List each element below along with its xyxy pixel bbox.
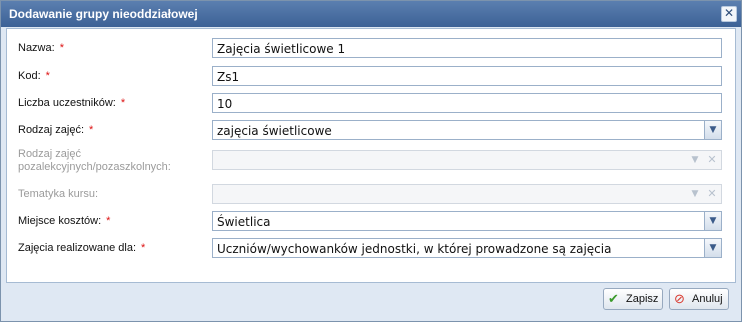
- chevron-down-icon[interactable]: ▼: [704, 239, 721, 257]
- dialog-title: Dodawanie grupy nieoddziałowej: [9, 7, 198, 21]
- cancel-icon: ⊘: [674, 291, 685, 306]
- field-label: Nazwa: *: [18, 42, 64, 54]
- field-label: Miejsce kosztów: *: [18, 215, 111, 227]
- cost-center-select[interactable]: Świetlica ▼: [212, 211, 722, 231]
- required-mark: *: [141, 242, 146, 254]
- activity-type-select[interactable]: zajęcia świetlicowe ▼: [212, 120, 722, 140]
- code-input[interactable]: Zs1: [212, 66, 722, 86]
- field-label: Zajęcia realizowane dla: *: [18, 242, 146, 254]
- cancel-button-label: Anuluj: [692, 293, 723, 305]
- chevron-down-icon[interactable]: ▼: [704, 212, 721, 230]
- chevron-down-icon[interactable]: ▼: [704, 121, 721, 139]
- required-mark: *: [45, 70, 50, 82]
- save-button-label: Zapisz: [626, 293, 659, 305]
- name-input-value: Zajęcia świetlicowe 1: [217, 42, 346, 56]
- field-label: Rodzaj zajęć: *: [18, 124, 94, 136]
- clear-icon: ✕: [707, 187, 717, 200]
- course-topic-select: ▼ ✕: [212, 184, 722, 204]
- cancel-button[interactable]: ⊘ Anuluj: [669, 288, 729, 310]
- target-group-select[interactable]: Uczniów/wychowanków jednostki, w której …: [212, 238, 722, 258]
- form-panel: Nazwa: * Zajęcia świetlicowe 1 Kod: * Zs1 …: [6, 28, 736, 283]
- required-mark: *: [106, 215, 111, 227]
- code-input-value: Zs1: [217, 70, 240, 84]
- dialog-footer: ✔ Zapisz ⊘ Anuluj: [6, 284, 736, 318]
- dialog-titlebar[interactable]: Dodawanie grupy nieoddziałowej ✕: [1, 1, 741, 27]
- field-label: Rodzaj zajęć pozalekcyjnych/pozaszkolnych…: [18, 148, 171, 173]
- participants-input-value: 10: [217, 97, 233, 111]
- chevron-down-icon: ▼: [687, 151, 703, 169]
- field-label: Kod: *: [18, 70, 50, 82]
- checkmark-icon: ✔: [608, 291, 619, 306]
- close-icon[interactable]: ✕: [721, 6, 737, 22]
- field-label: Liczba uczestników: *: [18, 97, 126, 109]
- name-input[interactable]: Zajęcia świetlicowe 1: [212, 38, 722, 58]
- clear-icon: ✕: [707, 153, 717, 166]
- required-mark: *: [89, 124, 94, 136]
- field-label: Tematyka kursu:: [18, 188, 99, 200]
- participants-input[interactable]: 10: [212, 93, 722, 113]
- chevron-down-icon: ▼: [687, 185, 703, 203]
- required-mark: *: [59, 42, 64, 54]
- save-button[interactable]: ✔ Zapisz: [603, 288, 663, 310]
- target-group-value: Uczniów/wychowanków jednostki, w której …: [217, 242, 612, 256]
- extracurricular-type-select: ▼ ✕: [212, 150, 722, 170]
- required-mark: *: [120, 97, 126, 109]
- dialog-window: Dodawanie grupy nieoddziałowej ✕ Nazwa: *…: [0, 0, 742, 322]
- cost-center-value: Świetlica: [217, 215, 271, 229]
- activity-type-value: zajęcia świetlicowe: [217, 124, 332, 138]
